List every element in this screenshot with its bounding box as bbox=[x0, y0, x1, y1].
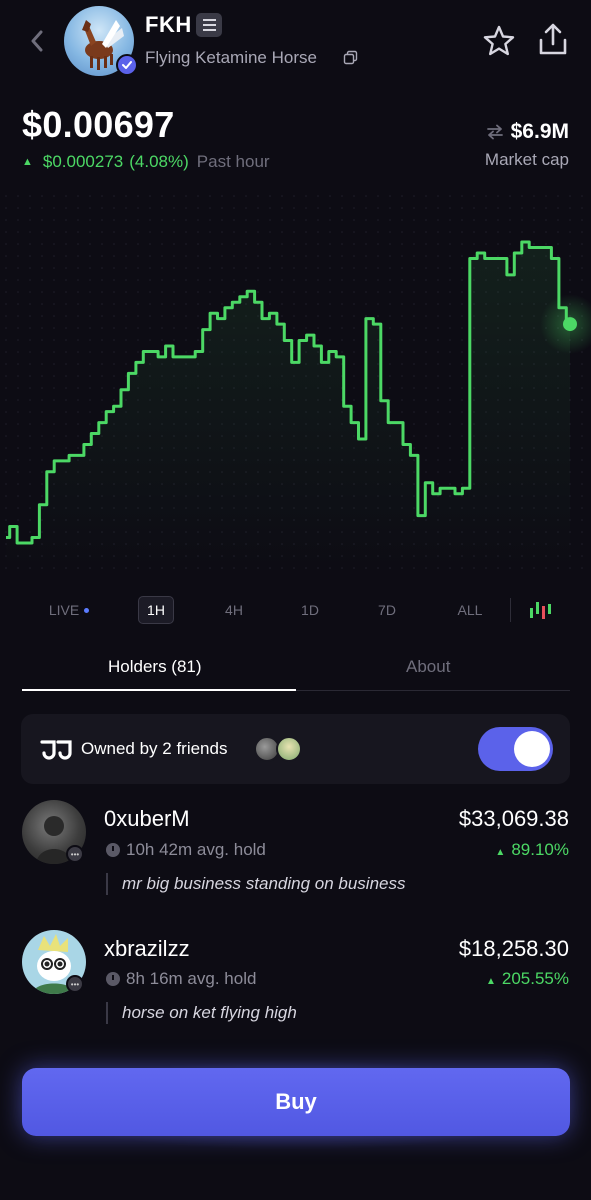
timeframe-divider bbox=[510, 598, 511, 622]
price-change-value: $0.000273 bbox=[42, 152, 124, 171]
timeframe-4h[interactable]: 4H bbox=[216, 596, 252, 624]
timeframe-1d[interactable]: 1D bbox=[292, 596, 328, 624]
friend-avatar bbox=[276, 736, 302, 762]
buy-button[interactable]: Buy bbox=[22, 1068, 570, 1136]
back-button[interactable] bbox=[22, 26, 52, 56]
timeframe-7d[interactable]: 7D bbox=[369, 596, 405, 624]
star-icon bbox=[483, 25, 515, 56]
market-cap-value: $6.9M bbox=[510, 120, 569, 143]
friends-toggle-knob bbox=[514, 731, 550, 767]
timeframe-all[interactable]: ALL bbox=[450, 596, 490, 624]
tab-active-indicator bbox=[22, 689, 296, 691]
token-name: Flying Ketamine Horse bbox=[145, 48, 317, 67]
swap-arrows-icon bbox=[486, 124, 503, 140]
timeframe-1h[interactable]: 1H bbox=[138, 596, 174, 624]
price-change-row: ▲ $0.000273 (4.08%) Past hour bbox=[22, 152, 270, 172]
price-chart[interactable] bbox=[0, 190, 591, 570]
timeframe-live[interactable]: LIVE bbox=[36, 596, 102, 624]
share-button[interactable] bbox=[536, 22, 570, 58]
chevron-left-icon bbox=[31, 30, 43, 52]
favorite-button[interactable] bbox=[482, 24, 516, 58]
clock-icon bbox=[106, 843, 120, 857]
candlestick-icon bbox=[530, 602, 551, 619]
chat-icon: ••• bbox=[66, 845, 84, 863]
chart-last-point bbox=[563, 317, 577, 332]
solana-chain-icon bbox=[196, 13, 222, 37]
token-ticker: FKH bbox=[145, 12, 192, 37]
market-cap-toggle[interactable]: $6.9M bbox=[485, 120, 569, 144]
candlestick-toggle[interactable] bbox=[526, 596, 554, 624]
tab-holders[interactable]: Holders (81) bbox=[108, 657, 202, 677]
holder-quote: horse on ket flying high bbox=[122, 1003, 297, 1022]
clock-icon bbox=[106, 972, 120, 986]
share-icon bbox=[539, 23, 567, 55]
friends-logo-icon bbox=[38, 738, 74, 760]
copy-icon[interactable] bbox=[343, 50, 359, 66]
holder-percent: ▲ 205.55% bbox=[485, 969, 569, 988]
quote-bar bbox=[106, 873, 108, 895]
quote-bar bbox=[106, 1002, 108, 1024]
holder-avg-hold: 8h 16m avg. hold bbox=[106, 969, 256, 989]
token-price: $0.00697 bbox=[22, 104, 175, 145]
live-indicator-icon bbox=[84, 607, 90, 613]
holder-value: $18,258.30 bbox=[458, 936, 569, 961]
up-arrow-icon: ▲ bbox=[485, 976, 496, 987]
holder-quote: mr big business standing on business bbox=[122, 874, 406, 893]
holder-name[interactable]: 0xuberM bbox=[104, 806, 190, 832]
holder-name[interactable]: xbrazilzz bbox=[104, 936, 190, 962]
chat-icon: ••• bbox=[66, 975, 84, 993]
up-arrow-icon: ▲ bbox=[495, 847, 506, 858]
timeframe-selector: LIVE 1H 4H 1D 7D ALL bbox=[0, 596, 591, 626]
price-change-percent: (4.08%) bbox=[129, 152, 189, 171]
up-arrow-icon: ▲ bbox=[22, 156, 33, 168]
tab-about[interactable]: About bbox=[406, 657, 450, 677]
holder-percent: ▲ 89.10% bbox=[495, 840, 569, 859]
holder-avg-hold: 10h 42m avg. hold bbox=[106, 840, 266, 860]
market-cap-label: Market cap bbox=[484, 150, 569, 169]
verified-badge-icon bbox=[116, 54, 138, 76]
holder-value: $33,069.38 bbox=[458, 806, 569, 831]
friends-label: Owned by 2 friends bbox=[81, 739, 228, 758]
price-change-period: Past hour bbox=[196, 152, 270, 171]
